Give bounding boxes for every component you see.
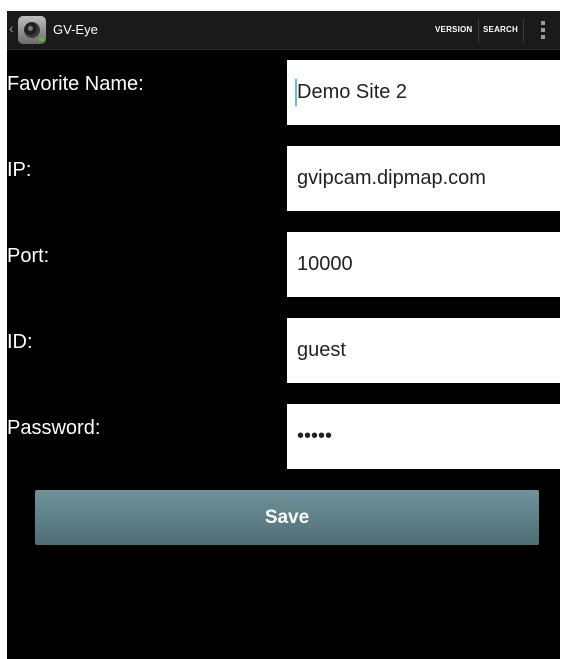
ip-field[interactable]: gvipcam.dipmap.com [287, 146, 560, 211]
search-button[interactable]: SEARCH [483, 25, 518, 34]
password-value: ••••• [297, 425, 333, 447]
port-label: Port: [7, 245, 50, 267]
text-cursor [295, 79, 297, 106]
app-title: GV-Eye [53, 22, 98, 37]
save-button[interactable]: Save [35, 490, 539, 545]
status-led-icon [39, 38, 44, 41]
gv-eye-app-icon[interactable] [18, 16, 46, 44]
favorite-name-label: Favorite Name: [7, 73, 144, 95]
favorite-name-value: Demo Site 2 [297, 81, 408, 103]
password-field[interactable]: ••••• [287, 404, 560, 469]
id-label: ID: [7, 331, 33, 353]
action-bar: ‹ GV-Eye VERSION SEARCH [7, 11, 560, 50]
actionbar-divider [478, 19, 479, 43]
ip-value: gvipcam.dipmap.com [297, 167, 486, 189]
password-label: Password: [7, 417, 101, 439]
camera-lens-icon [24, 22, 40, 38]
actionbar-divider [523, 19, 524, 43]
app-screen: ‹ GV-Eye VERSION SEARCH Favorite Name: D… [7, 11, 560, 659]
version-button[interactable]: VERSION [435, 25, 472, 34]
id-value: guest [297, 339, 346, 361]
ip-label: IP: [7, 159, 32, 181]
port-value: 10000 [297, 253, 353, 275]
id-field[interactable]: guest [287, 318, 560, 383]
overflow-menu-icon[interactable] [541, 21, 545, 39]
port-field[interactable]: 10000 [287, 232, 560, 297]
back-caret-icon[interactable]: ‹ [9, 21, 14, 35]
favorite-name-field[interactable]: Demo Site 2 [287, 60, 560, 125]
